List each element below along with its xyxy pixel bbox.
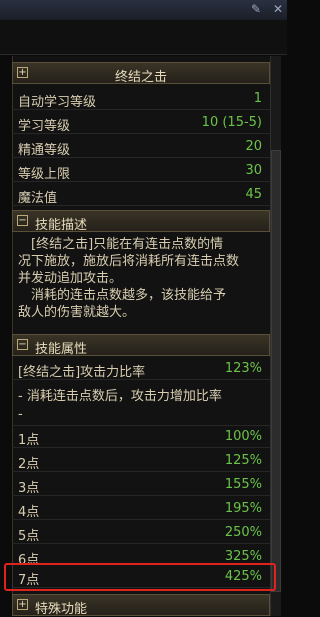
collapse-icon[interactable]: − (17, 339, 28, 350)
stat-label: 等级上限 (18, 167, 71, 182)
point-row: 2点 125% (12, 450, 270, 472)
stat-row: 魔法值 45 (12, 184, 270, 206)
point-value: 155% (224, 477, 262, 492)
attributes-header-label: 技能属性 (35, 342, 88, 357)
point-label: 6点 (18, 553, 40, 564)
point-value: 250% (224, 525, 262, 540)
point-row: 5点 250% (12, 522, 270, 544)
point-value: 100% (224, 429, 262, 444)
close-icon[interactable]: ✕ (273, 2, 283, 16)
description-line: 敌人的伤害就越大。 (18, 305, 136, 320)
special-header-label: 特殊功能 (35, 602, 88, 617)
description-header-label: 技能描述 (35, 218, 88, 233)
note-row: - 消耗连击点数后，攻击力增加比率 (12, 382, 270, 404)
window-titlebar: ✎ ✕ (0, 0, 287, 21)
highlight-box (4, 563, 276, 591)
stat-label: 精通等级 (18, 143, 71, 158)
expand-icon[interactable]: + (17, 599, 28, 610)
point-value: 195% (224, 501, 262, 516)
stat-value: 10 (15-5) (201, 115, 262, 130)
description-text: [终结之击]只能在有连击点数的情 况下施放，施放后将消耗所有连击点数 并发动追加… (18, 236, 262, 321)
top-band (0, 20, 287, 55)
point-label: 5点 (18, 529, 40, 544)
note-text: - 消耗连击点数后，攻击力增加比率 (18, 389, 222, 404)
ratio-label: [终结之击]攻击力比率 (18, 365, 146, 380)
stat-value: 1 (253, 91, 262, 106)
collapse-icon[interactable]: − (17, 215, 28, 226)
description-line: [终结之击]只能在有连击点数的情 (18, 237, 224, 252)
note-row: - (12, 404, 270, 426)
note-text: - (18, 407, 23, 422)
stat-label: 魔法值 (18, 191, 58, 206)
stat-value: 20 (245, 139, 262, 154)
point-row: 1点 100% (12, 426, 270, 448)
point-label: 1点 (18, 433, 40, 448)
skill-name-header[interactable]: + 终结之击 (12, 62, 270, 85)
description-line: 消耗的连击点数越多，该技能给予 (18, 288, 227, 303)
special-header[interactable]: + 特殊功能 (12, 594, 270, 617)
skill-name: 终结之击 (114, 70, 167, 85)
description-line: 况下施放，施放后将消耗所有连击点数 (18, 254, 240, 269)
stat-value: 30 (245, 163, 262, 178)
stat-row: 自动学习等级 1 (12, 88, 270, 110)
stat-row: 学习等级 10 (15-5) (12, 112, 270, 134)
point-row: 3点 155% (12, 474, 270, 496)
pin-icon[interactable]: ✎ (251, 2, 261, 16)
point-value: 125% (224, 453, 262, 468)
stat-row: 精通等级 20 (12, 136, 270, 158)
ratio-value: 123% (224, 361, 262, 376)
scrollbar-thumb[interactable] (271, 150, 281, 592)
point-value: 325% (224, 549, 262, 564)
stat-label: 学习等级 (18, 119, 71, 134)
ratio-row: [终结之击]攻击力比率 123% (12, 358, 270, 380)
stat-row: 等级上限 30 (12, 160, 270, 182)
point-label: 2点 (18, 457, 40, 472)
stat-label: 自动学习等级 (18, 95, 97, 110)
point-row: 4点 195% (12, 498, 270, 520)
description-header[interactable]: − 技能描述 (12, 210, 270, 233)
point-label: 3点 (18, 481, 40, 496)
stat-value: 45 (245, 187, 262, 202)
description-line: 并发动追加攻击。 (18, 271, 123, 286)
point-label: 4点 (18, 505, 40, 520)
point-row: 6点 325% (12, 546, 270, 564)
attributes-header[interactable]: − 技能属性 (12, 334, 270, 357)
